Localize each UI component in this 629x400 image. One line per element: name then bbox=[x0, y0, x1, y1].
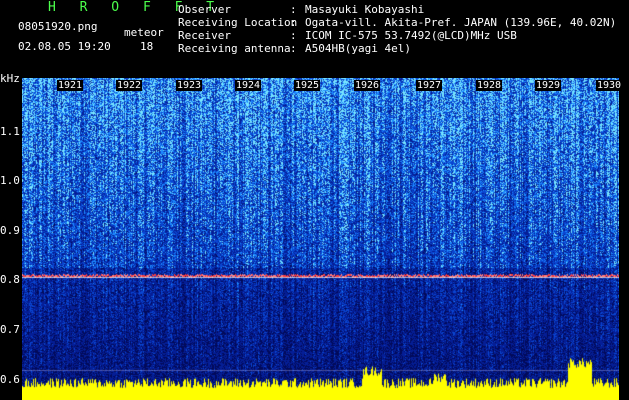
time-label: 1925 bbox=[294, 80, 321, 91]
time-label: 1926 bbox=[354, 80, 381, 91]
unit-label: kHz bbox=[0, 72, 20, 85]
antenna-value: A504HB(yagi 4el) bbox=[305, 42, 411, 55]
location-label: Receiving Location bbox=[178, 16, 298, 29]
y-label: 0.6 bbox=[0, 373, 20, 386]
y-label: 0.8 bbox=[0, 273, 20, 286]
time-label: 1922 bbox=[116, 80, 143, 91]
spectrogram bbox=[22, 78, 619, 400]
colon: : bbox=[290, 42, 297, 55]
info-block: Observer : Masayuki Kobayashi Receiving … bbox=[0, 3, 629, 63]
observer-value: Masayuki Kobayashi bbox=[305, 3, 425, 16]
y-label: 0.7 bbox=[0, 323, 20, 336]
colon: : bbox=[290, 16, 297, 29]
time-label: 1923 bbox=[176, 80, 203, 91]
time-label: 1929 bbox=[535, 80, 562, 91]
location-value: Ogata-vill. Akita-Pref. JAPAN (139.96E, … bbox=[305, 16, 617, 29]
colon: : bbox=[290, 29, 297, 42]
time-label: 1924 bbox=[235, 80, 262, 91]
receiver-value: ICOM IC-575 53.7492(@LCD)MHz USB bbox=[305, 29, 517, 42]
time-label: 1928 bbox=[476, 80, 503, 91]
y-label: 1.1 bbox=[0, 125, 20, 138]
y-label: 0.9 bbox=[0, 224, 20, 237]
time-label: 1927 bbox=[416, 80, 443, 91]
receiver-label: Receiver bbox=[178, 29, 231, 42]
time-label: 1921 bbox=[57, 80, 84, 91]
colon: : bbox=[290, 3, 297, 16]
time-label: 1930 bbox=[596, 80, 623, 91]
y-label: 1.0 bbox=[0, 174, 20, 187]
antenna-label: Receiving antenna bbox=[178, 42, 291, 55]
observer-label: Observer bbox=[178, 3, 231, 16]
